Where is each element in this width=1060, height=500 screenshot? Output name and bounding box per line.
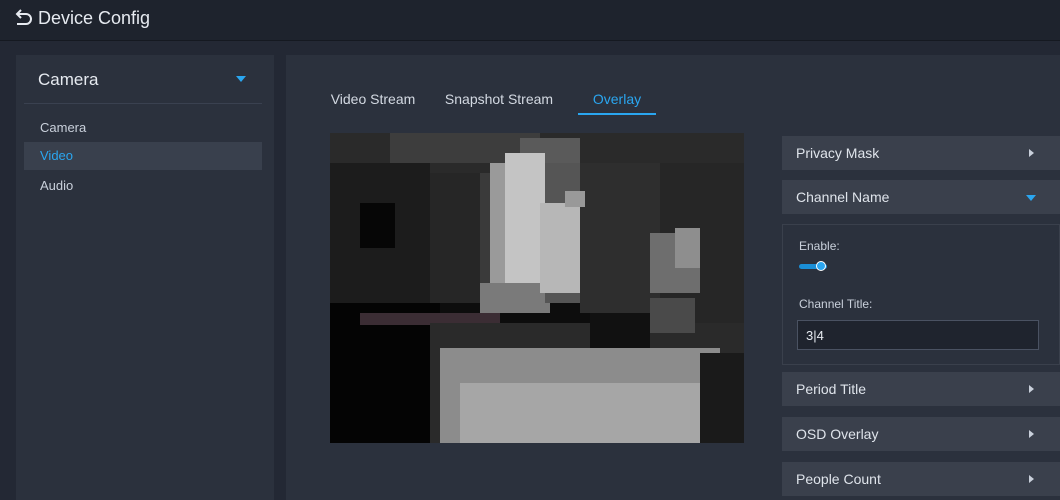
chevron-down-icon	[236, 76, 246, 82]
channel-name-header[interactable]: Channel Name	[782, 180, 1060, 214]
osd-overlay-panel[interactable]: OSD Overlay	[782, 417, 1060, 451]
toggle-thumb	[816, 261, 826, 271]
osd-overlay-label: OSD Overlay	[796, 426, 879, 442]
caret-right-icon	[1029, 430, 1034, 438]
sidebar-item-video[interactable]: Video	[24, 142, 262, 170]
caret-right-icon	[1029, 385, 1034, 393]
people-count-label: People Count	[796, 471, 881, 487]
tab-bar: Video Stream Snapshot Stream Overlay	[316, 85, 776, 115]
sidebar: Camera Camera Video Audio	[16, 55, 274, 500]
top-bar: Device Config	[0, 0, 1060, 41]
caret-right-icon	[1029, 475, 1034, 483]
enable-label: Enable:	[799, 239, 840, 253]
channel-name-label: Channel Name	[796, 189, 890, 205]
period-title-label: Period Title	[796, 381, 867, 397]
sidebar-item-audio[interactable]: Audio	[24, 172, 262, 200]
tab-overlay[interactable]: Overlay	[578, 85, 656, 115]
privacy-mask-panel[interactable]: Privacy Mask	[782, 136, 1060, 170]
sidebar-section-label: Camera	[38, 70, 99, 89]
sidebar-item-camera[interactable]: Camera	[24, 114, 262, 142]
page-title: Device Config	[38, 8, 151, 28]
main-content: Video Stream Snapshot Stream Overlay Pri…	[286, 55, 1060, 500]
channel-title-input[interactable]	[797, 320, 1039, 350]
period-title-panel[interactable]: Period Title	[782, 372, 1060, 406]
channel-name-panel: Channel Name Enable: Channel Title:	[782, 180, 1060, 365]
video-preview[interactable]	[330, 133, 744, 443]
back-icon[interactable]	[12, 8, 34, 30]
tab-snapshot-stream[interactable]: Snapshot Stream	[432, 85, 566, 115]
privacy-mask-label: Privacy Mask	[796, 145, 880, 161]
people-count-panel[interactable]: People Count	[782, 462, 1060, 496]
channel-name-body: Enable: Channel Title:	[782, 224, 1060, 365]
sidebar-section-camera[interactable]: Camera	[24, 57, 262, 104]
caret-down-icon	[1026, 195, 1036, 201]
enable-toggle[interactable]	[799, 260, 829, 272]
channel-title-label: Channel Title:	[799, 297, 873, 311]
tab-video-stream[interactable]: Video Stream	[316, 85, 430, 115]
caret-right-icon	[1029, 149, 1034, 157]
